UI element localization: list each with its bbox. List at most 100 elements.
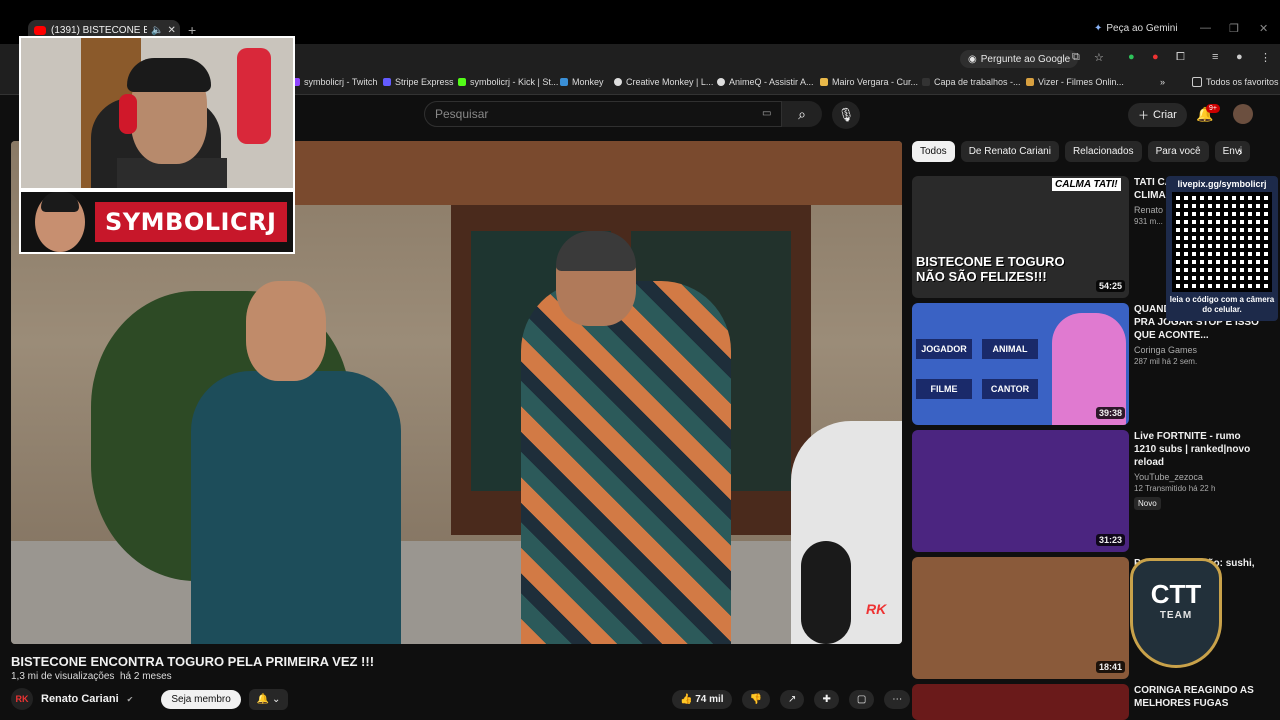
thumbnail[interactable] <box>912 684 1129 720</box>
livepix-qr-overlay: livepix.gg/symbolicrj leia o código com … <box>1166 176 1278 321</box>
thumbnail[interactable]: 18:41 <box>912 557 1129 679</box>
gemini-label: Peça ao Gemini <box>1106 23 1178 34</box>
recommendation-views: 12 Transmitido há 22 h <box>1134 484 1216 493</box>
chip-all[interactable]: Todos <box>912 141 955 162</box>
recommendation-info: CORINGA REAGINDO AS MELHORES FUGAS <box>1134 684 1262 710</box>
thumbnail-card: JOGADOR <box>916 339 972 359</box>
recommendation-views: 287 mil há 2 sem. <box>1134 357 1198 366</box>
thumbnail[interactable]: 31:23 <box>912 430 1129 552</box>
maximize-icon[interactable]: ❐ <box>1229 22 1239 35</box>
tab-title: (1391) BISTECONE ENCONT <box>51 24 147 36</box>
keyboard-icon[interactable]: ▭ <box>762 108 771 119</box>
bookmark-item[interactable]: Mairo Vergara - Cur... <box>820 77 918 87</box>
notify-bell-button[interactable]: 🔔 ⌄ <box>248 688 289 710</box>
recommendation-item[interactable]: 31:23 Live FORTNITE - rumo 1210 subs | r… <box>912 430 1262 552</box>
extension-red-icon[interactable]: ● <box>1152 51 1159 63</box>
video-frame-wheel <box>801 541 851 644</box>
channel-avatar[interactable]: RK <box>11 688 33 710</box>
webcam-overlay <box>19 36 295 190</box>
thumbnail[interactable]: JOGADOR FILME ANIMAL CANTOR 39:38 <box>912 303 1129 425</box>
new-badge: Novo <box>1134 497 1161 510</box>
bookmark-item[interactable]: AnimeQ - Assistir A... <box>717 77 814 87</box>
streamer-brand-banner: SYMBOLICRJ <box>19 190 295 254</box>
more-actions-button[interactable]: ⋯ <box>884 690 911 709</box>
like-button[interactable]: 👍 74 mil <box>672 690 732 709</box>
team-logo-text: CTT <box>1150 579 1202 609</box>
streamer-avatar <box>35 192 85 252</box>
search-input[interactable]: Pesquisar <box>424 101 782 127</box>
recommendation-item[interactable]: JOGADOR FILME ANIMAL CANTOR 39:38 QUANDO… <box>912 303 1262 425</box>
channel-name[interactable]: Renato Cariani <box>41 693 119 705</box>
duration-badge: 39:38 <box>1095 407 1125 419</box>
channel-row: RK Renato Cariani ✔ Seja membro 🔔 ⌄ <box>11 688 289 710</box>
gemini-icon: ✦ <box>1094 23 1103 34</box>
bookmark-item[interactable]: Creative Monkey | L... <box>614 77 713 87</box>
ask-google-button[interactable]: ◉ Pergunte ao Google <box>960 50 1079 68</box>
recommendation-title[interactable]: Live FORTNITE - rumo 1210 subs | ranked|… <box>1134 430 1262 469</box>
chip-channel[interactable]: De Renato Cariani <box>960 141 1059 162</box>
chevron-right-icon[interactable]: › <box>1238 144 1242 159</box>
thumbnail-card: CANTOR <box>982 379 1038 399</box>
notifications-badge: 9+ <box>1206 104 1220 113</box>
thumbnail[interactable]: CALMA TATI! BISTECONE E TOGURO NÃO SÃO F… <box>912 176 1129 298</box>
team-logo-overlay: CTT TEAM <box>1130 558 1222 668</box>
speaker-icon[interactable]: 🔈 <box>151 25 163 36</box>
create-button[interactable]: ＋ Criar <box>1128 103 1187 127</box>
join-button[interactable]: Seja membro <box>161 689 241 709</box>
all-favorites-button[interactable]: Todos os favoritos <box>1192 77 1279 87</box>
search-icon: ⌕ <box>798 106 806 122</box>
recommendation-channel[interactable]: YouTube_zezoca <box>1134 472 1262 482</box>
account-avatar[interactable] <box>1233 104 1253 124</box>
webcam-headset <box>119 94 137 134</box>
chip-related[interactable]: Relacionados <box>1064 141 1142 162</box>
recommendation-title[interactable]: CORINGA REAGINDO AS MELHORES FUGAS <box>1134 684 1262 710</box>
share-button[interactable]: ↗ <box>780 690 805 709</box>
install-icon[interactable]: ⧉ <box>1072 51 1080 64</box>
recommendation-info: Live FORTNITE - rumo 1210 subs | ranked|… <box>1134 430 1262 511</box>
filter-chips: Todos De Renato Cariani Relacionados Par… <box>912 141 1251 162</box>
close-tab-icon[interactable]: ✕ <box>167 25 175 36</box>
qr-code <box>1172 192 1272 292</box>
bookmark-item[interactable]: Stripe Express <box>383 77 454 87</box>
video-watermark: RK <box>866 601 887 617</box>
video-frame-person-camo <box>521 281 731 644</box>
extensions-puzzle-icon[interactable]: ⧠ <box>1176 51 1185 64</box>
webcam-microphone <box>237 48 271 144</box>
bookmark-item[interactable]: symbolicrj - Twitch <box>292 77 377 87</box>
bookmark-item[interactable]: Capa de trabalhos -... <box>922 77 1021 87</box>
video-meta: 1,3 mi de visualizações há 2 meses <box>11 671 172 682</box>
thumbnail-tag: CALMA TATI! <box>1052 178 1121 191</box>
profile-icon[interactable]: ● <box>1236 51 1243 63</box>
video-views: 1,3 mi de visualizações <box>11 671 115 682</box>
qr-caption: leia o código com a câmera do celular. <box>1169 295 1275 314</box>
team-logo-subtext: TEAM <box>1159 610 1193 621</box>
save-button[interactable]: ✚ <box>814 690 839 709</box>
bookmark-star-icon[interactable]: ☆ <box>1094 51 1104 64</box>
recommendation-item[interactable]: CORINGA REAGINDO AS MELHORES FUGAS <box>912 684 1262 720</box>
media-controls-icon[interactable]: ≡ <box>1212 51 1218 63</box>
thumbnail-card: FILME <box>916 379 972 399</box>
chip-sent[interactable]: Envi <box>1214 141 1251 162</box>
team-shield: CTT TEAM <box>1130 558 1222 668</box>
bookmark-item[interactable]: symbolicrj - Kick | St... <box>458 77 558 87</box>
video-frame-person <box>191 371 401 644</box>
dislike-button[interactable]: 👎 <box>741 690 771 709</box>
duration-badge: 18:41 <box>1095 661 1125 673</box>
video-age: há 2 meses <box>119 671 172 682</box>
clip-button[interactable]: ▢ <box>848 690 875 709</box>
menu-kebab-icon[interactable]: ⋮ <box>1260 51 1271 64</box>
chip-for-you[interactable]: Para você <box>1147 141 1209 162</box>
voice-search-button[interactable]: 🎙 <box>832 101 860 129</box>
search-button[interactable]: ⌕ <box>782 101 822 127</box>
more-bookmarks-button[interactable]: » <box>1160 77 1165 87</box>
verified-icon: ✔ <box>126 694 134 704</box>
video-frame-head <box>246 281 326 381</box>
close-window-icon[interactable]: ✕ <box>1259 22 1268 35</box>
bookmark-item[interactable]: Vizer - Filmes Onlin... <box>1026 77 1124 87</box>
video-title: BISTECONE ENCONTRA TOGURO PELA PRIMEIRA … <box>11 654 375 669</box>
extension-green-icon[interactable]: ● <box>1128 51 1135 63</box>
bookmark-item[interactable]: Monkey <box>560 77 604 87</box>
minimize-icon[interactable]: — <box>1200 22 1211 34</box>
recommendation-channel[interactable]: Coringa Games <box>1134 345 1262 355</box>
gemini-button[interactable]: ✦ Peça ao Gemini <box>1094 23 1178 34</box>
